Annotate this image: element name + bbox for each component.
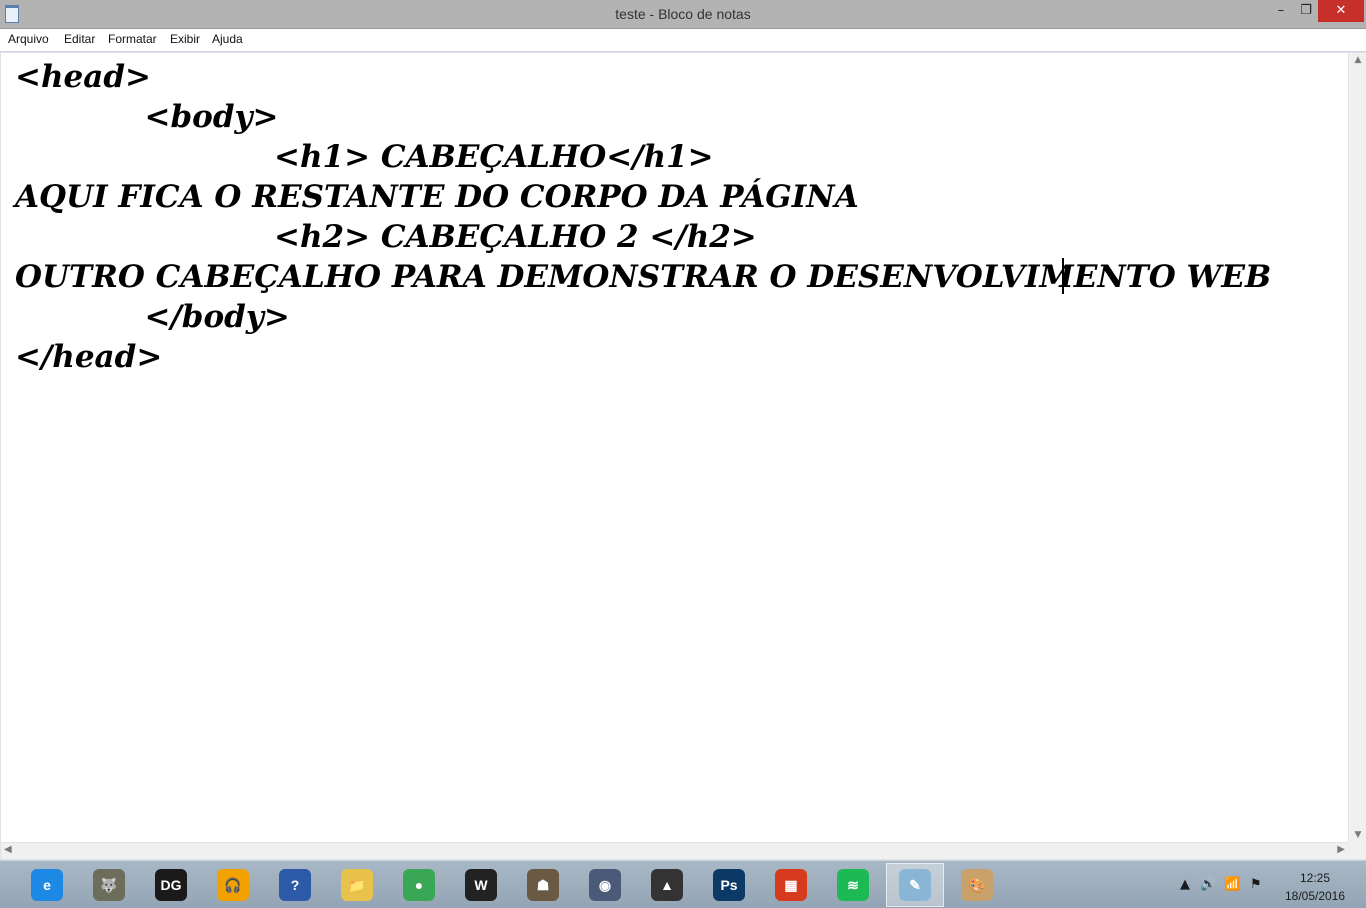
taskbar-button-inkscape[interactable]: ▲ xyxy=(638,863,696,907)
text-caret xyxy=(1062,258,1064,294)
volume-icon[interactable]: 🔊 xyxy=(1200,877,1216,892)
editor-line: </head> xyxy=(15,339,163,375)
menu-formatar[interactable]: Formatar xyxy=(108,32,157,46)
vertical-scrollbar[interactable]: ▲ ▼ xyxy=(1348,53,1366,842)
taskbar-button-notepad[interactable]: ✎ xyxy=(886,863,944,907)
inkscape-icon: ▲ xyxy=(651,869,683,901)
steam-icon: ◉ xyxy=(589,869,621,901)
scroll-down-icon[interactable]: ▼ xyxy=(1349,830,1366,840)
maximize-button[interactable]: ❐ xyxy=(1294,0,1318,22)
scroll-left-icon[interactable]: ◀ xyxy=(4,844,12,855)
taskbar-button-ms-windows[interactable]: ▦ xyxy=(762,863,820,907)
internet-explorer-icon: e xyxy=(31,869,63,901)
editor-line: OUTRO CABEÇALHO PARA DEMONSTRAR O DESENV… xyxy=(15,259,1272,295)
title-bar[interactable]: teste - Bloco de notas – ❐ ✕ xyxy=(0,0,1366,29)
photoshop-icon: Ps xyxy=(713,869,745,901)
taskbar-button-gimp[interactable]: 🐺 xyxy=(80,863,138,907)
scroll-up-icon[interactable]: ▲ xyxy=(1349,55,1366,65)
editor-line: <body> xyxy=(15,99,279,135)
file-explorer-icon: 📁 xyxy=(341,869,373,901)
menu-arquivo[interactable]: Arquivo xyxy=(8,32,49,46)
show-hidden-icons-icon[interactable]: ▲ xyxy=(1180,877,1190,892)
ms-windows-icon: ▦ xyxy=(775,869,807,901)
taskbar-button-game-dg[interactable]: DG xyxy=(142,863,200,907)
notepad-icon: ✎ xyxy=(899,869,931,901)
clock-time[interactable]: 12:25 xyxy=(1290,871,1340,885)
audacity-icon: 🎧 xyxy=(217,869,249,901)
taskbar-button-paint[interactable]: 🎨 xyxy=(948,863,1006,907)
menu-bar: Arquivo Editar Formatar Exibir Ajuda xyxy=(0,29,1366,52)
network-icon[interactable]: 📶 xyxy=(1224,877,1240,892)
taskbar-button-file-explorer[interactable]: 📁 xyxy=(328,863,386,907)
text-editor-area[interactable]: <head> <body> <h1> CABEÇALHO</h1> AQUI F… xyxy=(1,53,1348,842)
taskbar-button-audacity[interactable]: 🎧 xyxy=(204,863,262,907)
taskbar-button-warframe[interactable]: W xyxy=(452,863,510,907)
taskbar-button-photoshop[interactable]: Ps xyxy=(700,863,758,907)
scroll-right-icon[interactable]: ▶ xyxy=(1337,844,1345,855)
scrollbar-corner xyxy=(1348,842,1366,859)
editor-line: <head> xyxy=(15,59,151,95)
close-button[interactable]: ✕ xyxy=(1318,0,1364,22)
editor-line: </body> xyxy=(15,299,290,335)
taskbar: e 🐺 DG 🎧? 📁 ● W ☗ ◉ ▲ Ps ▦ ≋ ✎ 🎨 ▲ 🔊 📶 ⚑ 12:25 18/05/2016 xyxy=(0,860,1366,908)
clock-date[interactable]: 18/05/2016 xyxy=(1280,889,1350,903)
editor-line: <h2> CABEÇALHO 2 </h2> xyxy=(15,219,757,255)
spotify-icon: ≋ xyxy=(837,869,869,901)
menu-editar[interactable]: Editar xyxy=(64,32,95,46)
taskbar-button-spotify[interactable]: ≋ xyxy=(824,863,882,907)
horizontal-scrollbar[interactable]: ◀ ▶ xyxy=(1,842,1348,859)
warframe-icon: W xyxy=(465,869,497,901)
chrome-icon: ● xyxy=(403,869,435,901)
soldier-game-icon: ☗ xyxy=(527,869,559,901)
minimize-button[interactable]: – xyxy=(1268,0,1294,22)
taskbar-button-soldier-game[interactable]: ☗ xyxy=(514,863,572,907)
action-center-flag-icon[interactable]: ⚑ xyxy=(1250,877,1262,892)
editor-line: AQUI FICA O RESTANTE DO CORPO DA PÁGINA xyxy=(15,179,859,215)
taskbar-button-help[interactable]: ? xyxy=(266,863,324,907)
taskbar-button-steam[interactable]: ◉ xyxy=(576,863,634,907)
taskbar-button-chrome[interactable]: ● xyxy=(390,863,448,907)
paint-icon: 🎨 xyxy=(961,869,993,901)
editor-line: <h1> CABEÇALHO</h1> xyxy=(15,139,714,175)
menu-ajuda[interactable]: Ajuda xyxy=(212,32,243,46)
help-icon: ? xyxy=(279,869,311,901)
game-dg-icon: DG xyxy=(155,869,187,901)
menu-exibir[interactable]: Exibir xyxy=(170,32,200,46)
gimp-icon: 🐺 xyxy=(93,869,125,901)
taskbar-button-internet-explorer[interactable]: e xyxy=(18,863,76,907)
window-title: teste - Bloco de notas xyxy=(615,6,751,22)
